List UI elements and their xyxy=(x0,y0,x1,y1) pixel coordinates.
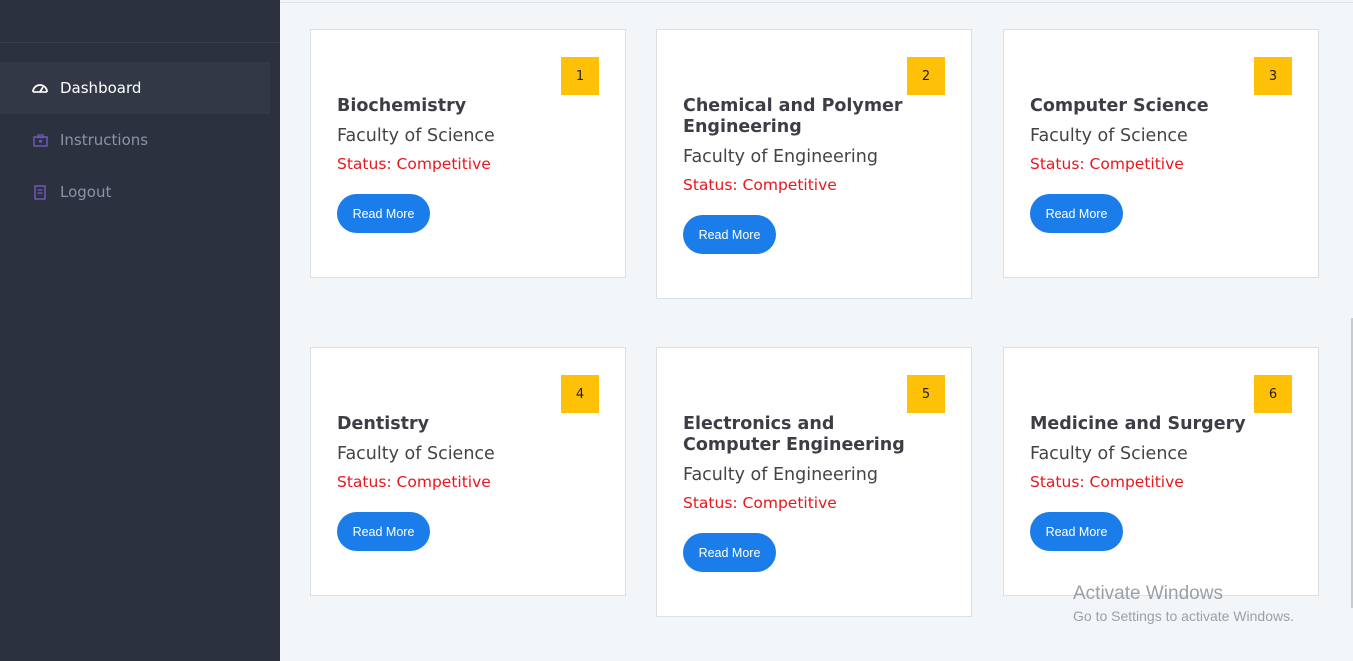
card-number-badge: 4 xyxy=(561,375,599,413)
card-title: Electronics and Computer Engineering xyxy=(683,414,905,455)
sidebar-item-logout[interactable]: Logout xyxy=(0,166,270,218)
header-border xyxy=(280,2,1353,3)
card-number-badge: 6 xyxy=(1254,375,1292,413)
card-number-badge: 2 xyxy=(907,57,945,95)
card-faculty: Faculty of Engineering xyxy=(683,465,878,485)
card-status: Status: Competitive xyxy=(1030,473,1184,491)
card-status: Status: Competitive xyxy=(683,176,837,194)
card-faculty: Faculty of Science xyxy=(1030,126,1188,146)
card-title: Dentistry xyxy=(337,414,430,434)
sidebar-item-dashboard[interactable]: Dashboard xyxy=(0,62,270,114)
course-card: 2 Chemical and Polymer Engineering Facul… xyxy=(656,29,972,299)
course-card: 6 Medicine and Surgery Faculty of Scienc… xyxy=(1003,347,1319,596)
card-faculty: Faculty of Science xyxy=(337,126,495,146)
course-card: 5 Electronics and Computer Engineering F… xyxy=(656,347,972,617)
card-title: Chemical and Polymer Engineering xyxy=(683,96,903,137)
course-card: 1 Biochemistry Faculty of Science Status… xyxy=(310,29,626,278)
read-more-button[interactable]: Read More xyxy=(683,215,776,254)
card-title: Medicine and Surgery xyxy=(1030,414,1246,434)
card-faculty: Faculty of Science xyxy=(1030,444,1188,464)
sidebar-item-label: Instructions xyxy=(60,131,149,149)
read-more-button[interactable]: Read More xyxy=(683,533,776,572)
read-more-button[interactable]: Read More xyxy=(337,194,430,233)
card-number-badge: 3 xyxy=(1254,57,1292,95)
sidebar-item-label: Dashboard xyxy=(60,79,142,97)
watermark-title: Activate Windows xyxy=(1073,583,1223,604)
course-card: 3 Computer Science Faculty of Science St… xyxy=(1003,29,1319,278)
sidebar-item-instructions[interactable]: Instructions xyxy=(0,114,270,166)
card-faculty: Faculty of Engineering xyxy=(683,147,878,167)
card-status: Status: Competitive xyxy=(683,494,837,512)
course-card: 4 Dentistry Faculty of Science Status: C… xyxy=(310,347,626,596)
card-title: Biochemistry xyxy=(337,96,467,116)
read-more-button[interactable]: Read More xyxy=(1030,194,1123,233)
dashboard-icon xyxy=(32,80,48,96)
card-title: Computer Science xyxy=(1030,96,1209,116)
card-status: Status: Competitive xyxy=(337,155,491,173)
read-more-button[interactable]: Read More xyxy=(337,512,430,551)
card-faculty: Faculty of Science xyxy=(337,444,495,464)
card-number-badge: 1 xyxy=(561,57,599,95)
watermark-subtitle: Go to Settings to activate Windows. xyxy=(1073,608,1294,624)
sidebar-divider xyxy=(0,42,280,43)
read-more-button[interactable]: Read More xyxy=(1030,512,1123,551)
sidebar: Dashboard Instructions Logout xyxy=(0,0,280,661)
card-number-badge: 5 xyxy=(907,375,945,413)
card-status: Status: Competitive xyxy=(1030,155,1184,173)
briefcase-icon xyxy=(32,132,48,148)
card-status: Status: Competitive xyxy=(337,473,491,491)
book-icon xyxy=(32,184,48,200)
activation-watermark: Activate Windows Go to Settings to activ… xyxy=(1073,583,1294,624)
sidebar-item-label: Logout xyxy=(60,183,112,201)
sidebar-nav: Dashboard Instructions Logout xyxy=(0,62,280,218)
